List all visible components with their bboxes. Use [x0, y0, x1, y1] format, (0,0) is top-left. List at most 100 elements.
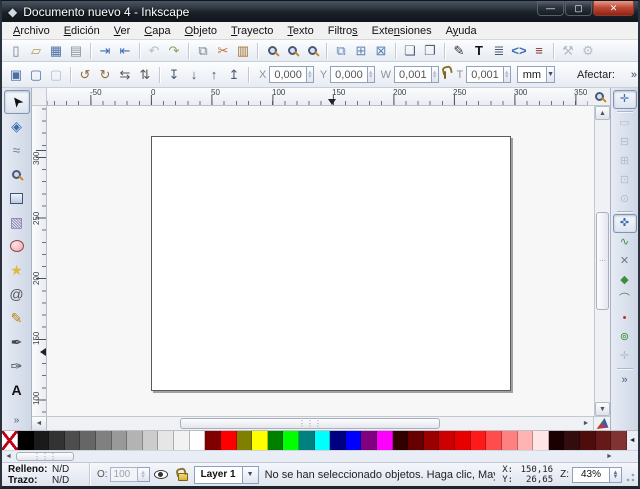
sticky-zoom-button[interactable]	[588, 88, 610, 106]
swatch-none[interactable]	[2, 431, 18, 450]
swatch-661919[interactable]	[596, 431, 612, 450]
raise-to-top-button[interactable]: ↥	[224, 66, 244, 84]
close-button[interactable]: ✕	[593, 1, 634, 16]
swatch-990000[interactable]	[424, 431, 440, 450]
swatch-e6e6e6[interactable]	[158, 431, 174, 450]
flip-vertical-button[interactable]: ⇅	[135, 66, 155, 84]
swatch-0000ff[interactable]	[346, 431, 362, 450]
zoom-selection-button[interactable]	[262, 42, 282, 60]
swatch-800080[interactable]	[361, 431, 377, 450]
spiral-button[interactable]: @	[4, 282, 30, 306]
palette-scrollbar[interactable]: ◄ ⋮⋮⋮ ►	[2, 450, 638, 462]
bezier-pen-button[interactable]: ✒	[4, 330, 30, 354]
lower-to-bottom-button[interactable]: ↧	[164, 66, 184, 84]
color-managed-view-button[interactable]	[593, 417, 610, 430]
snap-object-centers-button[interactable]: ⊚	[613, 328, 637, 347]
swatch-808000[interactable]	[237, 431, 253, 450]
menu-filtros[interactable]: Filtros	[321, 24, 365, 38]
text-dialog-button[interactable]: T	[469, 42, 489, 60]
snap-paths-button[interactable]: ∿	[613, 233, 637, 252]
swatch-333333[interactable]	[49, 431, 65, 450]
swatch-666666[interactable]	[80, 431, 96, 450]
cut-button[interactable]: ✂	[213, 42, 233, 60]
fill-stroke-dialog-button[interactable]: ✎	[449, 42, 469, 60]
zoom-spinner[interactable]: ▲▼	[610, 467, 622, 483]
xml-editor-button[interactable]: <>	[509, 42, 529, 60]
3d-box-button[interactable]: ▧	[4, 210, 30, 234]
swatch-008000[interactable]	[268, 431, 284, 450]
vertical-scrollbar[interactable]: ▲ ⋯ ▼	[594, 106, 610, 416]
x-field[interactable]: 0,000	[269, 66, 307, 83]
swatch-b3b3b3[interactable]	[127, 431, 143, 450]
swatch-f2f2f2[interactable]	[174, 431, 190, 450]
pencil-button[interactable]: ✎	[4, 306, 30, 330]
y-field[interactable]: 0,000	[330, 66, 368, 83]
menu-objeto[interactable]: Objeto	[178, 24, 224, 38]
units-dropdown-arrow-icon[interactable]: ▼	[547, 66, 555, 83]
scroll-right-button[interactable]: ►	[579, 417, 593, 430]
menu-texto[interactable]: Texto	[280, 24, 320, 38]
layer-lock-button[interactable]	[173, 466, 193, 484]
menu-ayuda[interactable]: Ayuda	[439, 24, 484, 38]
x-spinner[interactable]: ▲▼	[307, 66, 314, 83]
redo-button[interactable]: ↷	[164, 42, 184, 60]
swatch-00ff00[interactable]	[283, 431, 299, 450]
menu-archivo[interactable]: Archivo	[6, 24, 57, 38]
swatch-ffff00[interactable]	[252, 431, 268, 450]
swatch-330d0d[interactable]	[564, 431, 580, 450]
flip-horizontal-button[interactable]: ⇆	[115, 66, 135, 84]
swatch-4d4d4d[interactable]	[65, 431, 81, 450]
tweak-button[interactable]: ≈	[4, 138, 30, 162]
scroll-up-button[interactable]: ▲	[595, 106, 610, 120]
toolbar-overflow-chevron[interactable]: »	[631, 69, 637, 81]
layers-dialog-button[interactable]: ≣	[489, 42, 509, 60]
palette-scroll-thumb[interactable]: ⋮⋮⋮	[16, 452, 74, 461]
snap-smooth-nodes-button[interactable]: ⌒	[613, 290, 637, 309]
vertical-ruler[interactable]: 300250200150100	[32, 106, 47, 416]
selector-button[interactable]: ➤	[4, 90, 30, 114]
zoom-page-button[interactable]	[302, 42, 322, 60]
zoom-button[interactable]	[4, 162, 30, 186]
unlink-clone-button[interactable]: ⊠	[371, 42, 391, 60]
export-button[interactable]: ⇤	[115, 42, 135, 60]
swatch-ffe6e6[interactable]	[533, 431, 549, 450]
menu-edición[interactable]: Edición	[57, 24, 107, 38]
swatch-008080[interactable]	[299, 431, 315, 450]
swatch-999999[interactable]	[112, 431, 128, 450]
snap-line-midpoints-button[interactable]: •	[613, 309, 637, 328]
palette-scroll-left-button[interactable]: ◄	[2, 451, 15, 462]
select-all-button[interactable]: ▣	[6, 66, 26, 84]
swatch-cccccc[interactable]	[143, 431, 159, 450]
height-field[interactable]: 0,001	[466, 66, 504, 83]
create-clone-button[interactable]: ⊞	[351, 42, 371, 60]
snap-nodes-button[interactable]: ✜	[613, 214, 637, 233]
menu-extensiones[interactable]: Extensiones	[365, 24, 439, 38]
paste-button[interactable]: ▥	[233, 42, 253, 60]
canvas[interactable]	[47, 106, 594, 416]
calligraphy-button[interactable]: ✑	[4, 354, 30, 378]
swatch-e60000[interactable]	[455, 431, 471, 450]
snap-bbox-button[interactable]: ▭	[613, 114, 637, 133]
ungroup-button[interactable]: ❐	[420, 42, 440, 60]
zoom-field[interactable]: 43%	[572, 467, 610, 483]
scroll-down-button[interactable]: ▼	[595, 402, 610, 416]
snapbar-overflow-button[interactable]: »	[613, 371, 637, 390]
swatch-ff00ff[interactable]	[377, 431, 393, 450]
import-button[interactable]: ⇥	[95, 42, 115, 60]
group-button[interactable]: ❏	[400, 42, 420, 60]
units-dropdown[interactable]: mm	[517, 66, 547, 83]
palette-end-arrow-icon[interactable]: ◄	[627, 431, 638, 450]
y-spinner[interactable]: ▲▼	[368, 66, 375, 83]
document-properties-button[interactable]: ⚙	[578, 42, 598, 60]
new-document-button[interactable]: ▯	[6, 42, 26, 60]
swatch-000080[interactable]	[330, 431, 346, 450]
snap-cusp-nodes-button[interactable]: ◆	[613, 271, 637, 290]
layer-dropdown[interactable]: Layer 1	[194, 466, 243, 484]
swatch-00ffff[interactable]	[315, 431, 331, 450]
snap-bbox-corners-button[interactable]: ⊞	[613, 152, 637, 171]
toolbox-overflow-chevron[interactable]: »	[14, 415, 20, 426]
star-button[interactable]: ★	[4, 258, 30, 282]
swatch-ffffff[interactable]	[190, 431, 206, 450]
lower-button[interactable]: ↓	[184, 66, 204, 84]
snap-path-intersections-button[interactable]: ✕	[613, 252, 637, 271]
